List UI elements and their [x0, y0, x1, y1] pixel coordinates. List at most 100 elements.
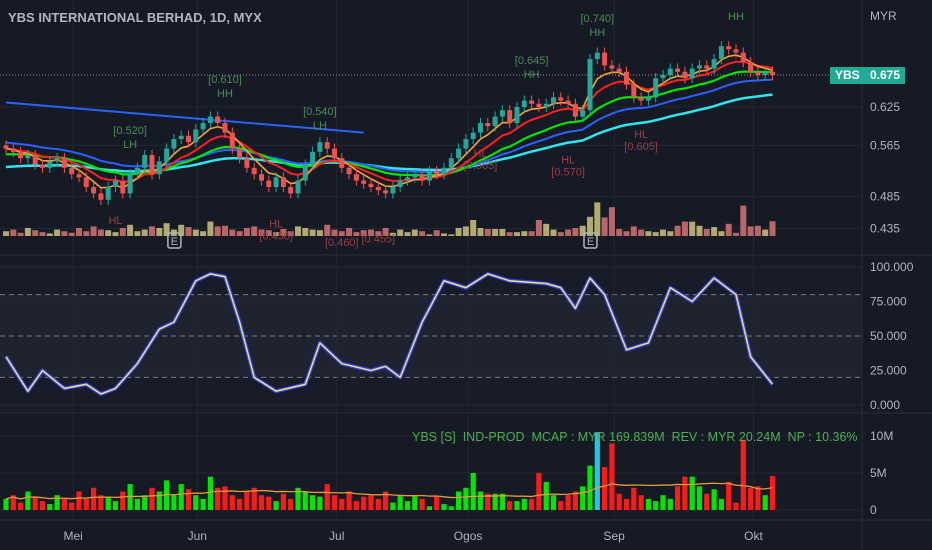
- candle-body: [3, 145, 9, 149]
- symbol-tag: YBS: [830, 67, 865, 84]
- time-axis-label: Ogos: [454, 529, 483, 543]
- volume-bar: [419, 498, 425, 510]
- price-pane-volume-bar: [506, 232, 513, 236]
- price-pane-volume-bar: [324, 224, 331, 236]
- candle-body: [448, 158, 454, 168]
- volume-bar: [25, 491, 31, 510]
- price-pane-volume-bar: [462, 226, 469, 236]
- candle-body: [83, 177, 89, 187]
- price-pane-volume-bar: [499, 228, 506, 236]
- volume-bar: [266, 496, 272, 510]
- price-pane-volume-bar: [32, 230, 39, 236]
- volume-bar: [244, 491, 250, 510]
- volume-bar: [76, 491, 82, 510]
- candle-body: [602, 52, 608, 66]
- volume-bar: [375, 498, 381, 510]
- volume-bar: [718, 498, 724, 510]
- volume-bar: [288, 498, 294, 510]
- price-pane-volume-bar: [24, 228, 31, 236]
- volume-bar: [704, 493, 710, 510]
- candle-body: [134, 167, 140, 175]
- price-pane-volume-bar: [565, 229, 572, 236]
- price-pane-volume-bar: [441, 233, 447, 236]
- price-pane-volume-bar: [572, 228, 579, 236]
- chart-title: YBS INTERNATIONAL BERHAD, 1D, MYX: [8, 10, 262, 25]
- price-pane-volume-bar: [689, 221, 696, 236]
- volume-tick-label: 5M: [870, 466, 887, 480]
- candle-body: [251, 167, 257, 175]
- volume-bar: [229, 495, 235, 510]
- candle-body: [368, 183, 374, 187]
- candle-body: [405, 177, 410, 181]
- volume-bar: [237, 498, 243, 510]
- candle-body: [244, 158, 250, 168]
- osc-tick-label: 0.000: [870, 398, 900, 412]
- pivot-tag: HL: [473, 148, 487, 160]
- price-pane-volume-bar: [200, 231, 207, 236]
- volume-bar: [543, 481, 549, 510]
- price-pane-volume-bar: [623, 231, 630, 236]
- price-pane-volume-bar: [39, 232, 46, 236]
- price-tick-label: 0.435: [870, 222, 900, 236]
- price-pane-volume-bar: [222, 225, 228, 236]
- candle-body: [105, 187, 111, 200]
- chart-canvas[interactable]: 0.625 0.565 0.485 0.435 MYR 100.000 75.000 50.0…: [0, 0, 932, 550]
- candle-body: [302, 164, 308, 181]
- volume-bar: [302, 491, 308, 510]
- candle-body: [229, 132, 235, 149]
- candle-body: [127, 174, 133, 194]
- volume-bar: [346, 491, 352, 510]
- price-pane-volume-bar: [455, 228, 462, 236]
- volume-bar: [317, 496, 323, 510]
- pivot-price-label: [0.450]: [259, 230, 293, 242]
- volume-bar: [69, 502, 75, 510]
- volume-bar: [558, 501, 564, 510]
- candle-body: [32, 155, 38, 165]
- volume-bar: [193, 495, 199, 510]
- price-pane-volume-bar: [616, 228, 623, 236]
- volume-bar: [477, 491, 484, 510]
- candle-body: [310, 151, 316, 165]
- volume-bar: [456, 491, 462, 510]
- candle-body: [288, 187, 294, 194]
- price-pane-volume-bar: [353, 232, 360, 236]
- price-pane-volume-bar: [535, 220, 542, 236]
- price-pane-volume-bar: [54, 229, 61, 236]
- volume-bar: [565, 495, 571, 510]
- volume-bar: [434, 496, 440, 510]
- volume-bar: [258, 495, 265, 510]
- volume-bar: [711, 489, 717, 510]
- candle-body: [711, 59, 717, 69]
- price-pane-volume-bar: [419, 231, 426, 236]
- price-pane-volume-bar: [243, 228, 250, 236]
- volume-bar: [368, 495, 374, 510]
- candle-body: [98, 193, 104, 200]
- price-pane-volume-bar: [660, 229, 666, 236]
- volume-bar: [689, 476, 695, 510]
- candle-body: [631, 84, 637, 98]
- candle-body: [383, 190, 389, 194]
- price-pane-volume-bar: [703, 228, 710, 236]
- candle-body: [54, 158, 60, 162]
- candle-body: [697, 65, 702, 69]
- price-pane-volume-bar: [514, 232, 520, 236]
- price-pane-volume-bar: [667, 231, 674, 236]
- price-pane-volume-bar: [411, 229, 418, 236]
- candle-body: [91, 187, 97, 194]
- price-pane-volume-bar: [725, 223, 732, 236]
- candle-body: [120, 180, 126, 194]
- candle-body: [259, 174, 264, 181]
- price-pane-volume-bar: [90, 226, 97, 236]
- price-pane-volume-bar: [630, 226, 637, 236]
- volume-bar: [441, 504, 447, 510]
- pivot-price-label: [0.455]: [361, 234, 395, 246]
- candle-body: [339, 158, 345, 168]
- candle-body: [237, 148, 243, 159]
- volume-bar: [682, 476, 688, 510]
- volume-bar: [112, 501, 119, 510]
- candle-body: [397, 180, 403, 187]
- candle-body: [638, 97, 644, 101]
- volume-bar: [353, 501, 359, 510]
- time-axis-label: Okt: [744, 529, 763, 543]
- price-pane-volume-bar: [302, 228, 309, 236]
